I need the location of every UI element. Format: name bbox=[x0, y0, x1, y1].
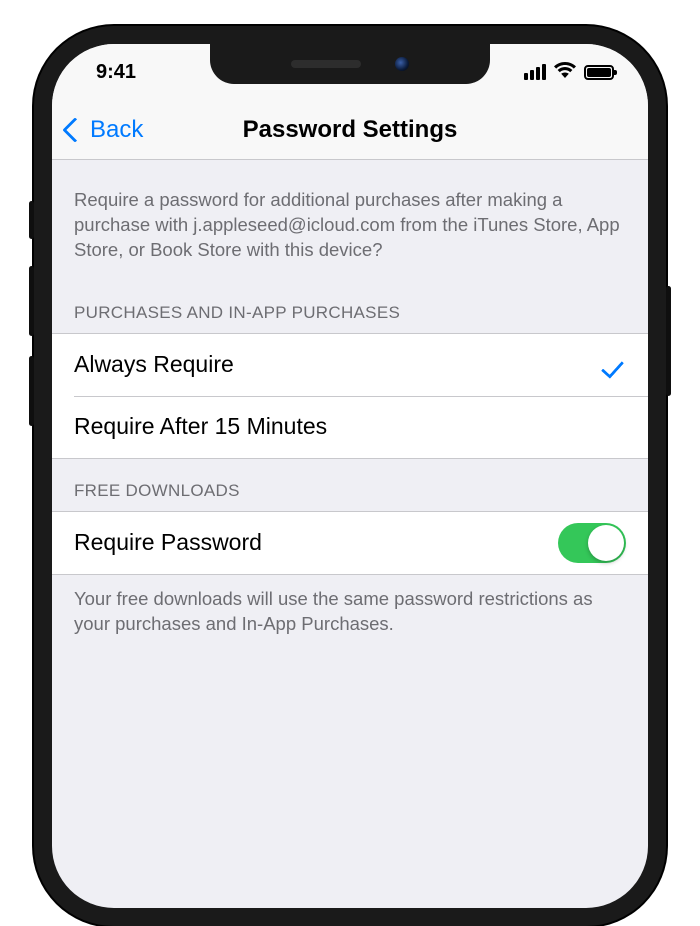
purchases-options-group: Always Require Require After 15 Minutes bbox=[52, 333, 648, 459]
screen: 9:41 Back Password Settings Require a pa… bbox=[52, 44, 648, 908]
status-indicators bbox=[494, 61, 614, 84]
device-power-button bbox=[666, 286, 671, 396]
free-downloads-footer: Your free downloads will use the same pa… bbox=[52, 575, 648, 665]
chevron-left-icon bbox=[62, 117, 87, 142]
require-password-toggle[interactable] bbox=[558, 523, 626, 563]
intro-text: Require a password for additional purcha… bbox=[52, 160, 648, 281]
device-frame: 9:41 Back Password Settings Require a pa… bbox=[34, 26, 666, 926]
device-volume-up bbox=[29, 266, 34, 336]
cellular-icon bbox=[524, 64, 546, 80]
nav-bar: Back Password Settings bbox=[52, 100, 648, 160]
option-always-require[interactable]: Always Require bbox=[52, 334, 648, 396]
option-label: Always Require bbox=[74, 351, 234, 378]
require-password-row: Require Password bbox=[52, 512, 648, 574]
page-title: Password Settings bbox=[243, 116, 458, 144]
option-label: Require After 15 Minutes bbox=[74, 413, 327, 440]
device-volume-down bbox=[29, 356, 34, 426]
back-label: Back bbox=[90, 116, 143, 144]
free-downloads-section-header: FREE DOWNLOADS bbox=[52, 459, 648, 511]
option-require-after-15[interactable]: Require After 15 Minutes bbox=[52, 396, 648, 458]
content: Require a password for additional purcha… bbox=[52, 160, 648, 665]
purchases-section-header: PURCHASES AND IN-APP PURCHASES bbox=[52, 281, 648, 333]
checkmark-icon bbox=[598, 351, 626, 379]
battery-icon bbox=[584, 65, 614, 80]
require-password-label: Require Password bbox=[74, 529, 262, 556]
status-time: 9:41 bbox=[96, 61, 186, 84]
free-downloads-group: Require Password bbox=[52, 511, 648, 575]
device-speaker bbox=[291, 60, 361, 68]
back-button[interactable]: Back bbox=[66, 116, 143, 144]
device-camera bbox=[395, 57, 409, 71]
device-notch bbox=[210, 44, 490, 84]
wifi-icon bbox=[554, 61, 576, 84]
device-mute-switch bbox=[29, 201, 34, 239]
